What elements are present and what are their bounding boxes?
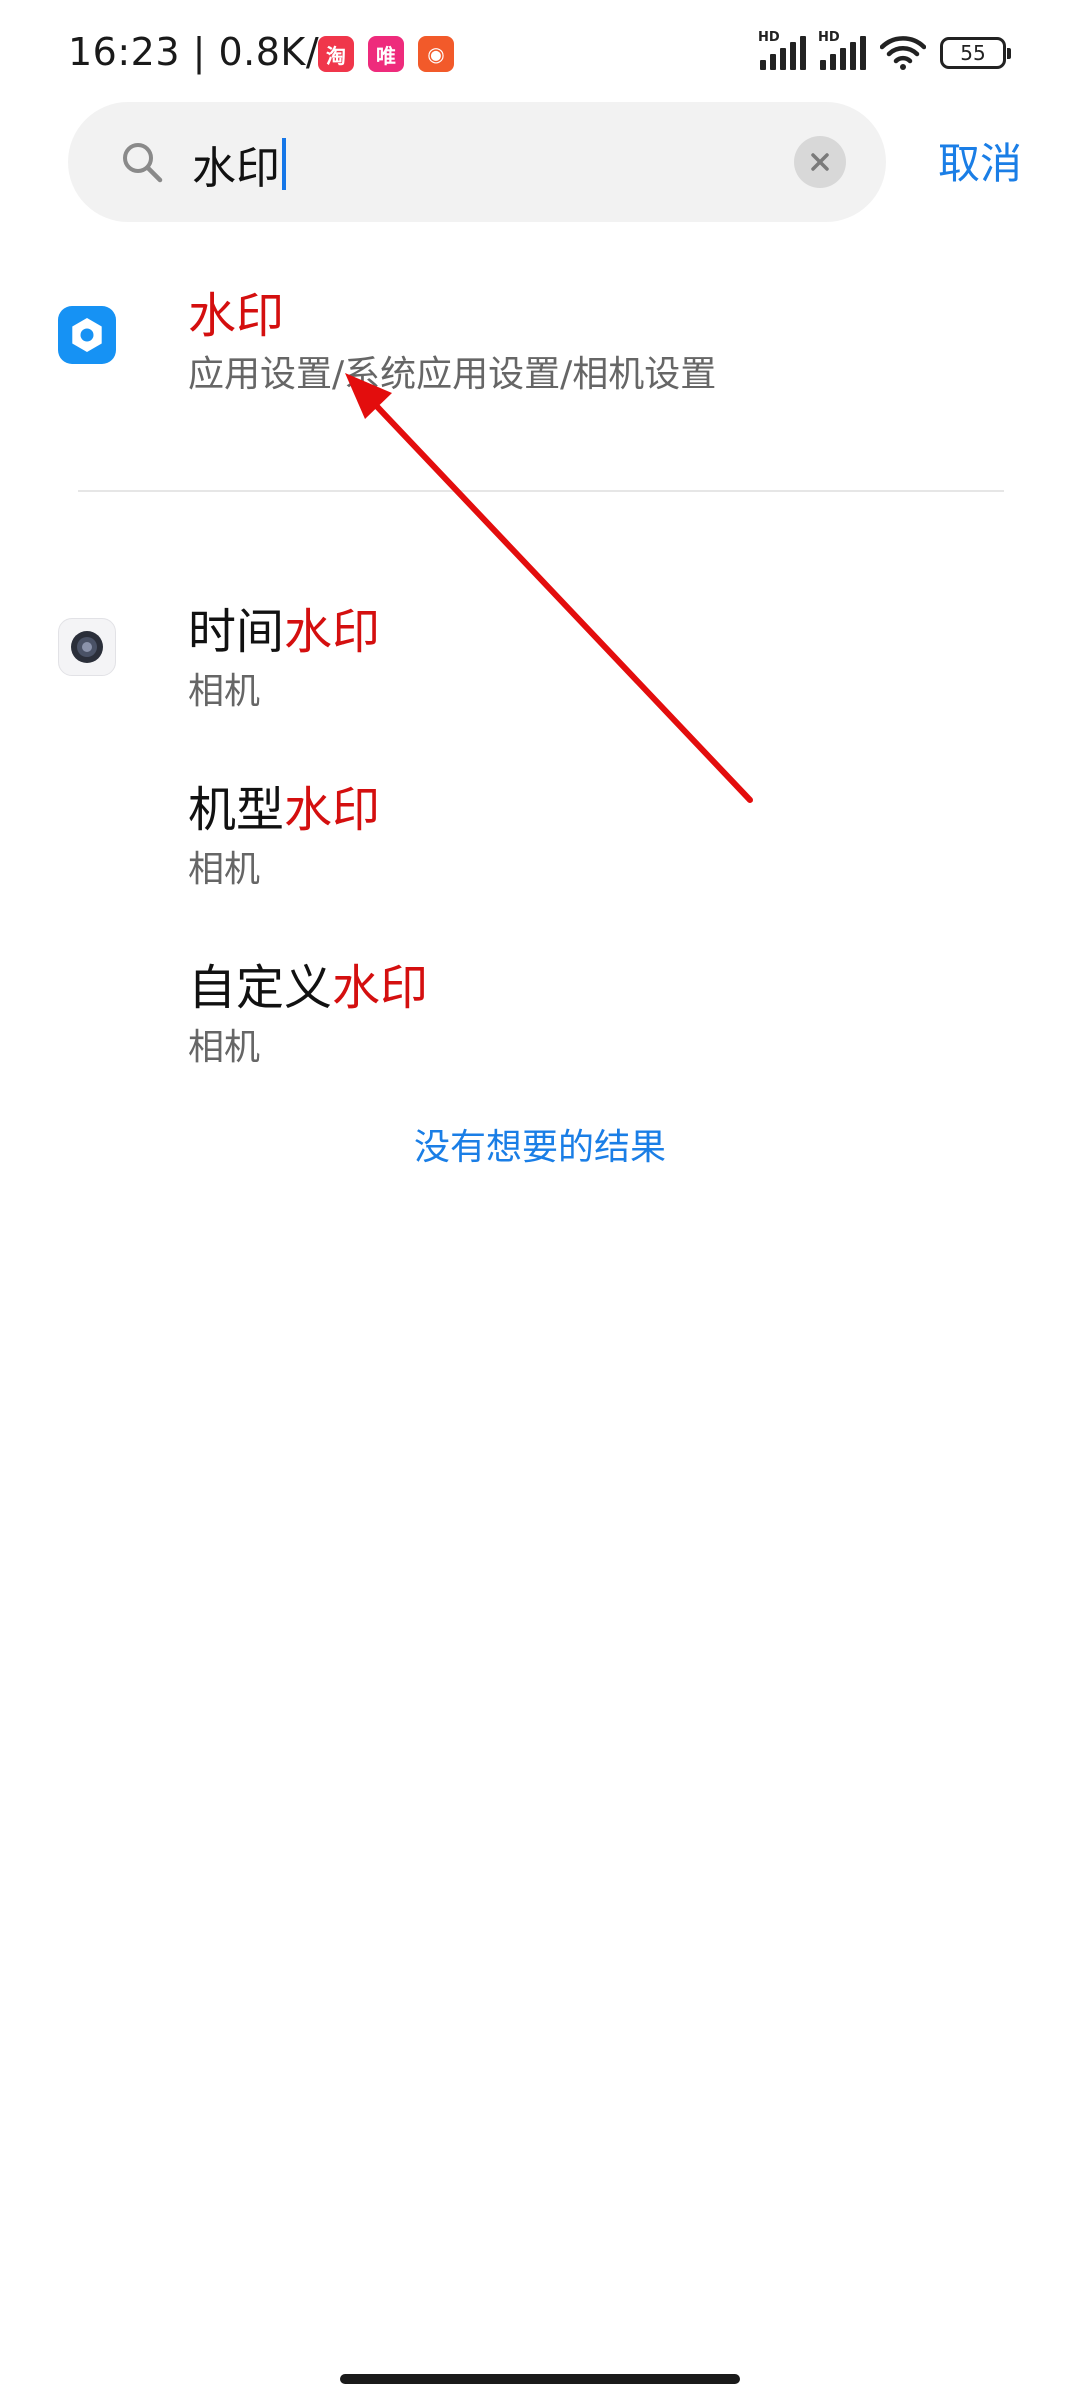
result-title-custom-watermark[interactable]: 自定义水印	[188, 948, 428, 1018]
text-caret	[282, 138, 286, 190]
settings-app-icon	[58, 306, 116, 364]
result-app-label: 相机	[188, 1027, 261, 1068]
result-title-model-watermark[interactable]: 机型水印	[188, 770, 380, 840]
search-icon	[123, 143, 163, 183]
result-app-label: 相机	[188, 849, 261, 890]
taobao-app-icon: 淘	[318, 36, 354, 72]
search-query: 水印	[192, 143, 280, 194]
close-icon	[811, 153, 829, 171]
result-path: 应用设置/系统应用设置/相机设置	[188, 354, 717, 395]
result-app-label: 相机	[188, 671, 261, 712]
status-bar: 16:23 | 0.8K/s 淘 唯 ◉ HD HD 55	[0, 0, 1080, 118]
section-divider	[78, 490, 1004, 492]
result-title-time-watermark[interactable]: 时间水印	[188, 592, 380, 662]
no-desired-result-link[interactable]: 没有想要的结果	[0, 1118, 1080, 1170]
cellular-signal-icon-2: HD	[818, 30, 866, 70]
app-notification-icon: ◉	[418, 36, 454, 72]
highlighted-keyword: 水印	[188, 288, 285, 344]
battery-icon: 55	[940, 37, 1011, 69]
vipshop-app-icon: 唯	[368, 36, 404, 72]
status-time: 16:23 | 0.8K/s	[68, 30, 340, 74]
highlighted-keyword: 水印	[332, 960, 429, 1016]
cellular-signal-icon: HD	[758, 30, 806, 70]
home-indicator[interactable]	[340, 2374, 740, 2384]
wifi-icon	[880, 36, 926, 70]
hd-label: HD	[758, 30, 780, 45]
clear-search-button[interactable]	[794, 136, 846, 188]
status-indicators: HD HD 55	[758, 30, 1011, 70]
search-bar[interactable]: 水印	[68, 102, 886, 222]
battery-level: 55	[960, 41, 986, 65]
camera-lens-icon	[71, 631, 103, 663]
gear-icon	[72, 318, 102, 352]
status-clock: 16:23	[68, 30, 181, 74]
highlighted-keyword: 水印	[284, 782, 381, 838]
highlighted-keyword: 水印	[284, 604, 381, 660]
search-input[interactable]: 水印	[192, 132, 286, 196]
notification-app-icons: 淘 唯 ◉	[318, 36, 454, 72]
result-title-watermark-setting[interactable]: 水印	[188, 276, 284, 346]
hd-label-2: HD	[818, 30, 840, 45]
cancel-button[interactable]: 取消	[938, 130, 1022, 191]
camera-app-icon	[58, 618, 116, 676]
